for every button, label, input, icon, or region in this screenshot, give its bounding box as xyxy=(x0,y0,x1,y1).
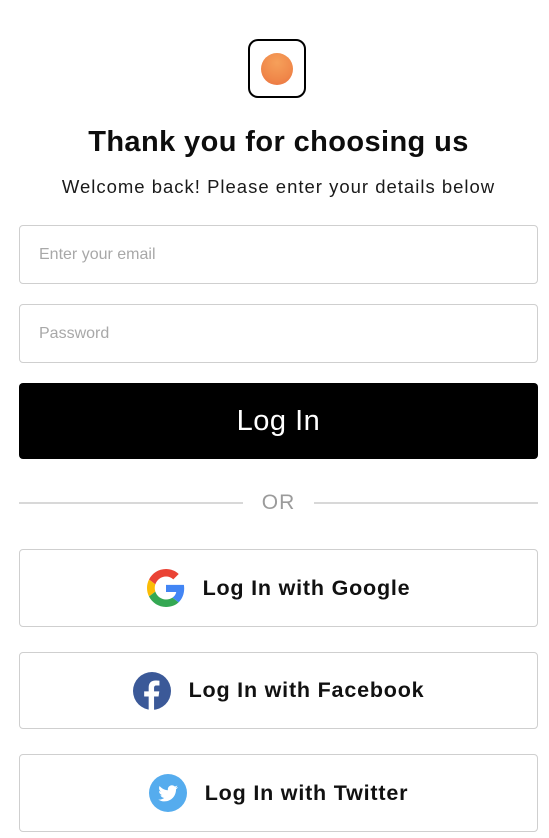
divider-line-right xyxy=(314,502,538,504)
login-button[interactable]: Log In xyxy=(19,383,538,459)
google-login-button[interactable]: Log In with Google xyxy=(19,549,538,627)
facebook-icon xyxy=(132,671,171,710)
divider-line-left xyxy=(19,502,243,504)
facebook-login-button[interactable]: Log In with Facebook xyxy=(19,652,538,729)
login-button-label: Log In xyxy=(236,404,321,437)
app-logo xyxy=(248,39,306,98)
orange-circle-logo-icon xyxy=(261,52,293,85)
twitter-login-button[interactable]: Log In with Twitter xyxy=(19,754,538,832)
google-icon xyxy=(146,569,185,607)
twitter-icon xyxy=(148,774,187,812)
page-title: Thank you for choosing us xyxy=(88,126,469,158)
facebook-login-label: Log In with Facebook xyxy=(188,678,425,702)
password-field[interactable] xyxy=(19,304,538,363)
twitter-login-label: Log In with Twitter xyxy=(204,780,409,805)
page-subtitle: Welcome back! Please enter your details … xyxy=(61,176,496,197)
divider-or-label: OR xyxy=(261,491,296,514)
google-login-label: Log In with Google xyxy=(202,575,411,600)
email-field[interactable] xyxy=(19,225,538,284)
